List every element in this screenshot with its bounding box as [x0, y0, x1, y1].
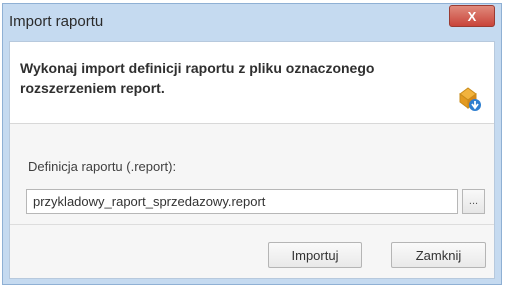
dialog-title: Import raportu — [9, 13, 104, 30]
dialog-content: Wykonaj import definicji raportu z pliku… — [9, 41, 495, 279]
dialog-header: Wykonaj import definicji raportu z pliku… — [10, 42, 494, 124]
title-bar[interactable]: Import raportu X — [3, 4, 501, 40]
form-panel: Definicja raportu (.report): przykladowy… — [10, 124, 494, 224]
report-definition-label: Definicja raportu (.report): — [28, 159, 177, 174]
dialog-footer: Importuj Zamknij — [10, 224, 494, 278]
close-button[interactable]: Zamknij — [391, 242, 486, 268]
import-button-label: Importuj — [291, 247, 339, 263]
close-button-label: Zamknij — [415, 247, 462, 263]
close-window-button[interactable]: X — [449, 5, 495, 27]
file-path-input[interactable]: przykladowy_raport_sprzedazowy.report — [26, 189, 458, 214]
browse-button[interactable]: ... — [462, 189, 485, 214]
import-button[interactable]: Importuj — [268, 242, 362, 268]
close-icon: X — [467, 8, 477, 24]
import-report-icon — [459, 87, 481, 111]
import-report-dialog: Import raportu X Wykonaj import definicj… — [2, 3, 502, 285]
header-description: Wykonaj import definicji raportu z pliku… — [20, 60, 375, 96]
